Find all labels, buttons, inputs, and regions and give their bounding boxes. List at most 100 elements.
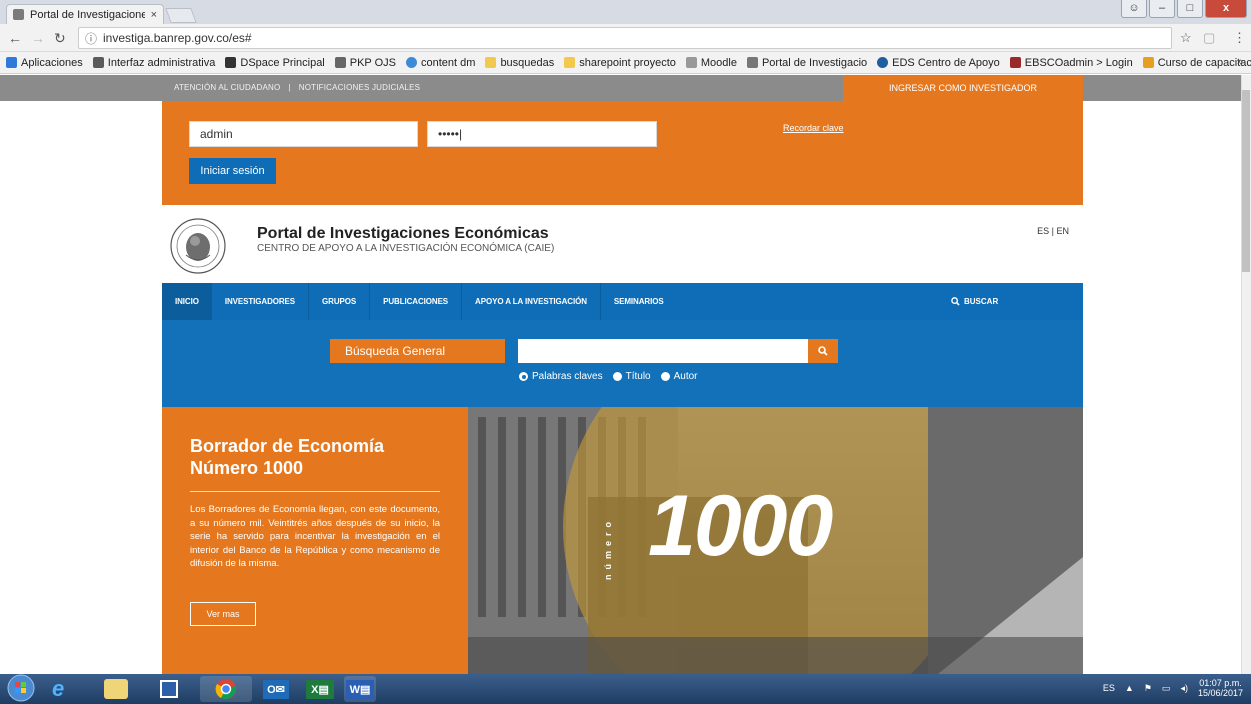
- radio-autor[interactable]: Autor: [660, 371, 698, 382]
- nav-publicaciones[interactable]: PUBLICACIONES: [369, 283, 461, 320]
- language-switch[interactable]: ES | EN: [1037, 226, 1069, 236]
- bookmark-item[interactable]: Curso de capacitación: [1142, 57, 1251, 69]
- scrollbar-thumb[interactable]: [1242, 90, 1250, 272]
- site-header: Portal de Investigaciones Económicas CEN…: [162, 205, 1083, 283]
- vertical-word: número: [603, 517, 613, 581]
- clock[interactable]: 01:07 p.m. 15/06/2017: [1198, 678, 1243, 698]
- windows-logo-icon: [7, 674, 35, 702]
- buscar-label: BUSCAR: [964, 297, 999, 306]
- feature-divider: [190, 491, 440, 492]
- top-utility-strip: ATENCIÓN AL CIUDADANO | NOTIFICACIONES J…: [0, 75, 1241, 101]
- volume-icon[interactable]: ◂): [1180, 683, 1188, 694]
- windows-taskbar: e O✉ X▤ W▤ ES ▲ ⚑ ▭ ◂) 01:07 p.m. 15/06/…: [0, 674, 1251, 704]
- media-player-icon: [160, 680, 178, 698]
- word-taskbar-button[interactable]: W▤: [344, 676, 376, 702]
- search-submit-button[interactable]: [808, 339, 838, 363]
- busqueda-general-label: Búsqueda General: [330, 339, 505, 363]
- maximize-button[interactable]: □: [1177, 0, 1203, 18]
- bookmark-item[interactable]: EDS Centro de Apoyo: [877, 57, 1000, 69]
- extension-icon[interactable]: ▢: [1203, 30, 1215, 46]
- start-button[interactable]: [6, 674, 36, 702]
- radio-titulo[interactable]: Título: [612, 371, 651, 382]
- radio-palabras-claves[interactable]: Palabras claves: [519, 371, 603, 382]
- username-input[interactable]: [189, 121, 418, 147]
- radio-icon: [660, 372, 670, 381]
- excel-icon: X▤: [306, 679, 334, 699]
- nav-seminarios[interactable]: SEMINARIOS: [599, 283, 677, 320]
- bookmark-icon: [92, 57, 104, 68]
- new-tab-button[interactable]: [165, 8, 197, 23]
- folder-icon: [104, 679, 128, 699]
- bookmark-item[interactable]: Moodle: [685, 57, 737, 69]
- chrome-taskbar-button[interactable]: [200, 676, 252, 702]
- main-navigation: INICIO INVESTIGADORES GRUPOS PUBLICACION…: [162, 283, 1083, 320]
- nav-buscar[interactable]: BUSCAR: [951, 283, 998, 320]
- site-subtitle: CENTRO DE APOYO A LA INVESTIGACIÓN ECONÓ…: [257, 243, 555, 254]
- bookmarks-overflow-icon[interactable]: »: [1237, 56, 1243, 68]
- forward-icon[interactable]: →: [31, 30, 45, 46]
- bookmark-item[interactable]: PKP OJS: [334, 57, 396, 69]
- address-toolbar: ← → ↻ ⓘ investiga.banrep.gov.co/es# ☆ ▢ …: [0, 24, 1251, 52]
- iniciar-sesion-button[interactable]: Iniciar sesión: [189, 158, 276, 184]
- back-icon[interactable]: ←: [8, 30, 22, 46]
- bookmark-item[interactable]: sharepoint proyecto: [564, 57, 676, 69]
- utility-links: ATENCIÓN AL CIUDADANO | NOTIFICACIONES J…: [174, 83, 420, 92]
- bookmark-item[interactable]: Aplicaciones: [6, 57, 83, 69]
- clock-time: 01:07 p.m.: [1199, 678, 1242, 688]
- ie-taskbar-button[interactable]: e: [52, 676, 64, 702]
- login-panel: Recordar clave Iniciar sesión: [162, 101, 1083, 205]
- bookmark-item[interactable]: Interfaz administrativa: [92, 57, 215, 69]
- explorer-taskbar-button[interactable]: [104, 676, 128, 702]
- network-icon[interactable]: ▭: [1162, 683, 1171, 694]
- language-indicator[interactable]: ES: [1103, 683, 1115, 693]
- radio-selected-icon: [519, 372, 528, 381]
- bookmark-icon: [1142, 57, 1154, 68]
- window-controls: ☺ – □ x: [1121, 0, 1247, 18]
- nav-investigadores[interactable]: INVESTIGADORES: [212, 283, 308, 320]
- feature-image: número 1000: [468, 407, 1083, 674]
- media-taskbar-button[interactable]: [160, 676, 178, 702]
- recordar-clave-link[interactable]: Recordar clave: [783, 123, 844, 133]
- ingresar-investigador-button[interactable]: INGRESAR COMO INVESTIGADOR: [843, 75, 1083, 101]
- minimize-button[interactable]: –: [1149, 0, 1175, 18]
- tray-expand-icon[interactable]: ▲: [1125, 683, 1134, 693]
- nav-grupos[interactable]: GRUPOS: [308, 283, 369, 320]
- bookmark-item[interactable]: content dm: [406, 57, 475, 69]
- outlook-icon: O✉: [263, 679, 289, 699]
- atencion-ciudadano-link[interactable]: ATENCIÓN AL CIUDADANO: [174, 83, 280, 92]
- bookmark-icon: [685, 57, 697, 68]
- user-icon[interactable]: ☺: [1121, 0, 1147, 18]
- general-search-input[interactable]: [518, 339, 812, 363]
- menu-icon[interactable]: ⋮: [1233, 30, 1246, 46]
- excel-taskbar-button[interactable]: X▤: [300, 676, 340, 702]
- reload-icon[interactable]: ↻: [54, 30, 66, 47]
- bookmark-item[interactable]: EBSCOadmin > Login: [1009, 57, 1133, 69]
- banco-republica-seal-icon[interactable]: [168, 217, 228, 275]
- bookmark-star-icon[interactable]: ☆: [1180, 30, 1192, 46]
- action-center-flag-icon[interactable]: ⚑: [1144, 683, 1152, 694]
- page-viewport: ATENCIÓN AL CIUDADANO | NOTIFICACIONES J…: [0, 75, 1241, 674]
- ver-mas-button[interactable]: Ver mas: [190, 602, 256, 626]
- notificaciones-link[interactable]: NOTIFICACIONES JUDICIALES: [299, 83, 420, 92]
- nav-inicio[interactable]: INICIO: [162, 283, 212, 320]
- clock-date: 15/06/2017: [1197, 688, 1243, 698]
- feature-text-panel: Borrador de Economía Número 1000 Los Bor…: [162, 407, 468, 674]
- search-band: Búsqueda General Palabras claves Título …: [162, 320, 1083, 407]
- bookmark-item[interactable]: busquedas: [485, 57, 554, 69]
- nav-apoyo-investigacion[interactable]: APOYO A LA INVESTIGACIÓN: [461, 283, 600, 320]
- bookmark-icon: [334, 57, 346, 68]
- bookmark-icon: [225, 57, 237, 68]
- close-window-button[interactable]: x: [1205, 0, 1247, 18]
- browser-tab[interactable]: Portal de Investigaciones ×: [6, 4, 164, 24]
- bookmark-item[interactable]: DSpace Principal: [225, 57, 325, 69]
- tab-favicon-icon: [13, 9, 24, 20]
- bookmark-icon: [1009, 57, 1021, 68]
- outlook-taskbar-button[interactable]: O✉: [256, 676, 296, 702]
- feature-description: Los Borradores de Economía llegan, con e…: [190, 504, 440, 570]
- password-input[interactable]: [427, 121, 657, 147]
- info-icon[interactable]: ⓘ: [85, 30, 97, 47]
- bookmark-item[interactable]: Portal de Investigacio: [746, 57, 867, 69]
- url-bar[interactable]: ⓘ investiga.banrep.gov.co/es#: [78, 27, 1172, 49]
- tab-close-icon[interactable]: ×: [151, 9, 157, 21]
- utility-separator: |: [288, 83, 291, 92]
